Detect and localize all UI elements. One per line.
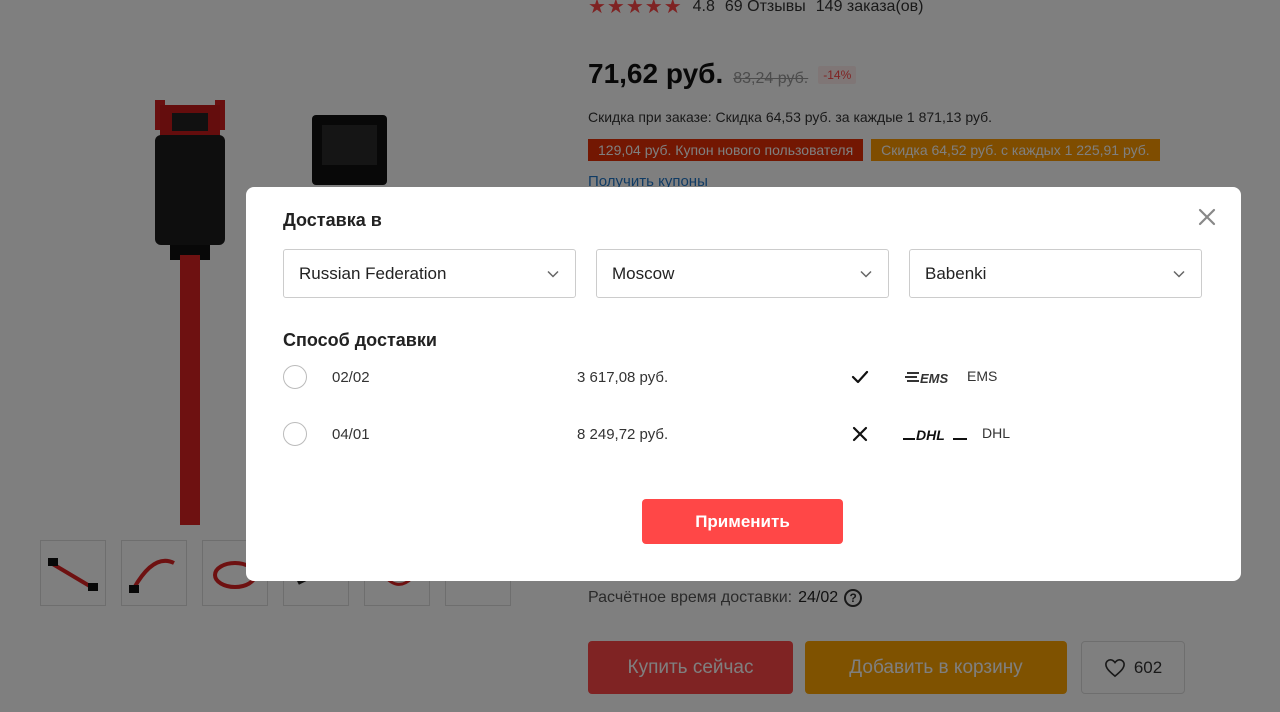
- check-icon: [851, 370, 869, 384]
- shipping-modal: Доставка в Russian Federation Moscow Bab…: [246, 187, 1241, 581]
- chevron-down-icon: [860, 270, 872, 278]
- shipping-radio[interactable]: [283, 365, 307, 389]
- shipping-price: 3 617,08 руб.: [577, 368, 669, 386]
- location-selects: Russian Federation Moscow Babenki: [283, 249, 1202, 298]
- country-select[interactable]: Russian Federation: [283, 249, 576, 298]
- ems-logo-icon: EMS: [905, 371, 949, 386]
- shipping-price: 8 249,72 руб.: [577, 425, 669, 443]
- shipping-date: 02/02: [332, 368, 370, 386]
- locality-select-value: Babenki: [925, 263, 987, 283]
- shipping-option-ems[interactable]: 02/02 3 617,08 руб. EMS EMS: [283, 363, 1183, 391]
- dhl-logo-icon: DHL: [903, 427, 967, 442]
- dhl-logo-text: DHL: [916, 427, 945, 442]
- locality-select[interactable]: Babenki: [909, 249, 1202, 298]
- apply-button[interactable]: Применить: [642, 499, 843, 544]
- carrier-name: DHL: [982, 425, 1011, 441]
- city-select[interactable]: Moscow: [596, 249, 889, 298]
- close-icon[interactable]: [1195, 205, 1219, 229]
- chevron-down-icon: [547, 270, 559, 278]
- modal-title: Доставка в: [283, 210, 382, 230]
- shipping-method-title: Способ доставки: [283, 330, 437, 350]
- shipping-option-dhl[interactable]: 04/01 8 249,72 руб. DHL DHL: [283, 420, 1183, 448]
- shipping-date: 04/01: [332, 425, 370, 443]
- cross-icon: [852, 426, 868, 442]
- country-select-value: Russian Federation: [299, 263, 447, 283]
- ems-logo-text: EMS: [920, 371, 949, 386]
- chevron-down-icon: [1173, 270, 1185, 278]
- carrier-name: EMS: [967, 368, 998, 384]
- shipping-radio[interactable]: [283, 422, 307, 446]
- city-select-value: Moscow: [612, 263, 675, 283]
